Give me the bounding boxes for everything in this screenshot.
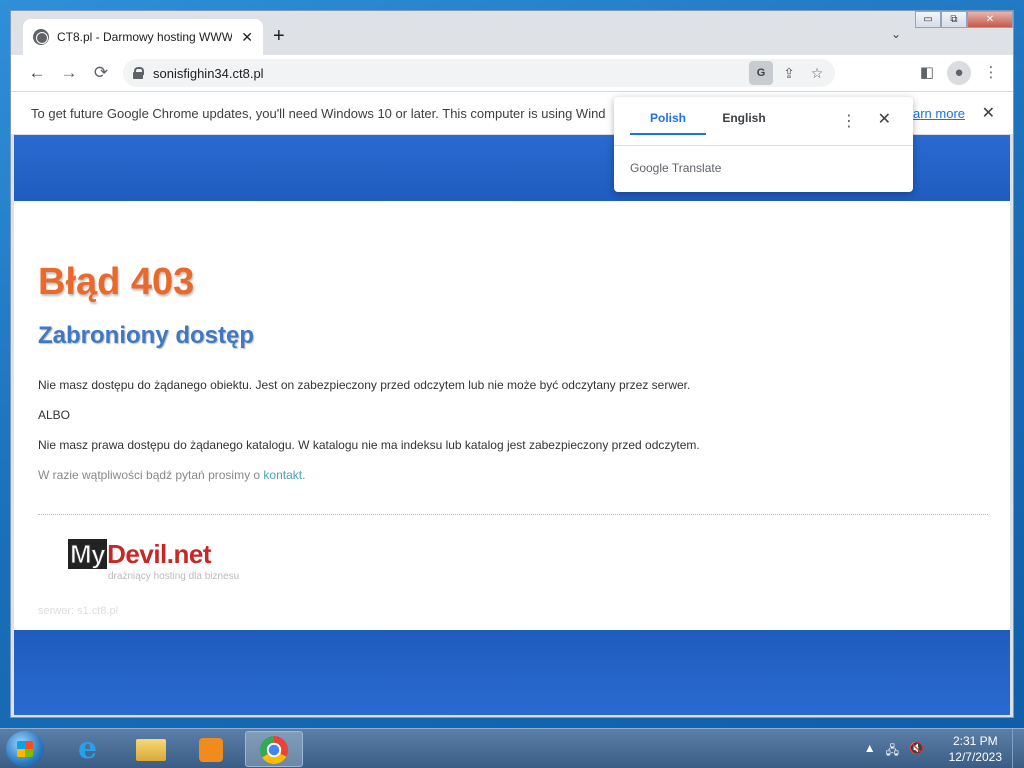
- file-explorer-icon[interactable]: [122, 731, 180, 767]
- tab-active[interactable]: CT8.pl - Darmowy hosting WWW ✕: [23, 19, 263, 55]
- logo-my: My: [68, 539, 108, 570]
- logo-text: MyDevil.net: [68, 539, 211, 570]
- address-bar[interactable]: sonisfighin34.ct8.pl G ⇪ ☆: [123, 59, 835, 87]
- taskbar: ▲ 🖧 🔇 2:31 PM 12/7/2023: [0, 728, 1024, 768]
- error-paragraph-1: Nie masz dostępu do żądanego obiektu. Je…: [38, 378, 691, 392]
- toolbar: ← → ⟳ sonisfighin34.ct8.pl G ⇪ ☆ ◧ ● ⋮: [11, 55, 1013, 91]
- translate-separator: [614, 145, 913, 146]
- window-close-button[interactable]: ✕: [967, 11, 1013, 28]
- window-controls: ▭ ⧉ ✕: [915, 11, 1013, 28]
- clock-date: 12/7/2023: [948, 750, 1002, 764]
- learn-more-link[interactable]: earn more: [906, 106, 965, 121]
- translate-icon[interactable]: G: [749, 61, 773, 85]
- share-icon[interactable]: ⇪: [777, 61, 801, 85]
- clock[interactable]: 2:31 PM 12/7/2023: [949, 733, 1002, 765]
- url-text[interactable]: sonisfighin34.ct8.pl: [153, 66, 264, 81]
- tray-expand-icon[interactable]: ▲: [864, 741, 876, 762]
- forward-button[interactable]: →: [53, 63, 85, 83]
- minimize-button[interactable]: ▭: [915, 11, 941, 28]
- media-player-icon[interactable]: [182, 731, 240, 767]
- infobar-close-icon[interactable]: ✕: [982, 103, 995, 123]
- lock-icon[interactable]: [133, 67, 144, 79]
- error-paragraph-2: Nie masz prawa dostępu do żądanego katal…: [38, 438, 700, 452]
- tab-close-icon[interactable]: ✕: [241, 29, 253, 46]
- logo-tagline: drażniący hosting dla biznesu: [108, 571, 240, 582]
- server-info: serwer: s1.ct8.pl: [38, 605, 119, 617]
- globe-icon: [33, 29, 49, 45]
- bookmark-star-icon[interactable]: ☆: [805, 61, 829, 85]
- contact-prefix: W razie wątpliwości bądź pytań prosimy o: [38, 468, 264, 482]
- chrome-window: CT8.pl - Darmowy hosting WWW ✕ + ⌄ ▭ ⧉ ✕…: [10, 10, 1014, 718]
- divider: [38, 514, 988, 515]
- infobar-message: To get future Google Chrome updates, you…: [31, 105, 606, 121]
- page-subtitle: Zabroniony dostęp: [38, 322, 254, 349]
- network-icon[interactable]: 🖧: [886, 741, 899, 762]
- logo-devil: Devil.net: [107, 539, 211, 569]
- system-tray: ▲ 🖧 🔇: [864, 741, 924, 762]
- tab-polish[interactable]: Polish: [630, 111, 706, 135]
- omnibox-actions: G ⇪ ☆: [749, 61, 829, 85]
- translate-popup: Polish English ⋮ ✕ Google Translate: [614, 97, 913, 192]
- clock-time: 2:31 PM: [952, 734, 998, 748]
- or-text: ALBO: [38, 408, 71, 422]
- translate-menu-icon[interactable]: ⋮: [841, 111, 857, 131]
- language-tabs: Polish English: [630, 111, 782, 135]
- contact-line: W razie wątpliwości bądź pytań prosimy o…: [38, 468, 988, 482]
- tab-strip: CT8.pl - Darmowy hosting WWW ✕ + ⌄ ▭ ⧉ ✕: [11, 11, 1013, 55]
- tab-english[interactable]: English: [706, 111, 782, 135]
- tab-title: CT8.pl - Darmowy hosting WWW: [57, 30, 232, 44]
- page-content: Błąd 403 Zabroniony dostęp Nie masz dost…: [14, 135, 1010, 715]
- contact-link[interactable]: kontakt.: [263, 468, 305, 482]
- back-button[interactable]: ←: [21, 63, 53, 83]
- chrome-taskbar-icon[interactable]: [245, 731, 303, 767]
- reload-button[interactable]: ⟳: [85, 63, 117, 83]
- error-content: Błąd 403 Zabroniony dostęp Nie masz dost…: [38, 261, 988, 617]
- page-title: Błąd 403: [38, 261, 195, 303]
- internet-explorer-icon[interactable]: [62, 731, 120, 767]
- toolbar-right: ◧ ● ⋮: [915, 61, 1003, 85]
- mydevil-logo: MyDevil.net drażniący hosting dla biznes…: [48, 525, 248, 595]
- footer-band: [14, 630, 1010, 715]
- translate-close-icon[interactable]: ✕: [878, 109, 891, 129]
- profile-avatar-icon[interactable]: ●: [947, 61, 971, 85]
- start-button[interactable]: [6, 731, 44, 767]
- chrome-menu-icon[interactable]: ⋮: [979, 61, 1003, 85]
- side-panel-icon[interactable]: ◧: [915, 61, 939, 85]
- restore-button[interactable]: ⧉: [941, 11, 967, 28]
- show-desktop-button[interactable]: [1012, 729, 1024, 768]
- new-tab-button[interactable]: +: [273, 25, 285, 48]
- google-translate-brand: Google Translate: [630, 161, 722, 175]
- tab-search-icon[interactable]: ⌄: [891, 27, 901, 41]
- volume-muted-icon[interactable]: 🔇: [909, 741, 924, 762]
